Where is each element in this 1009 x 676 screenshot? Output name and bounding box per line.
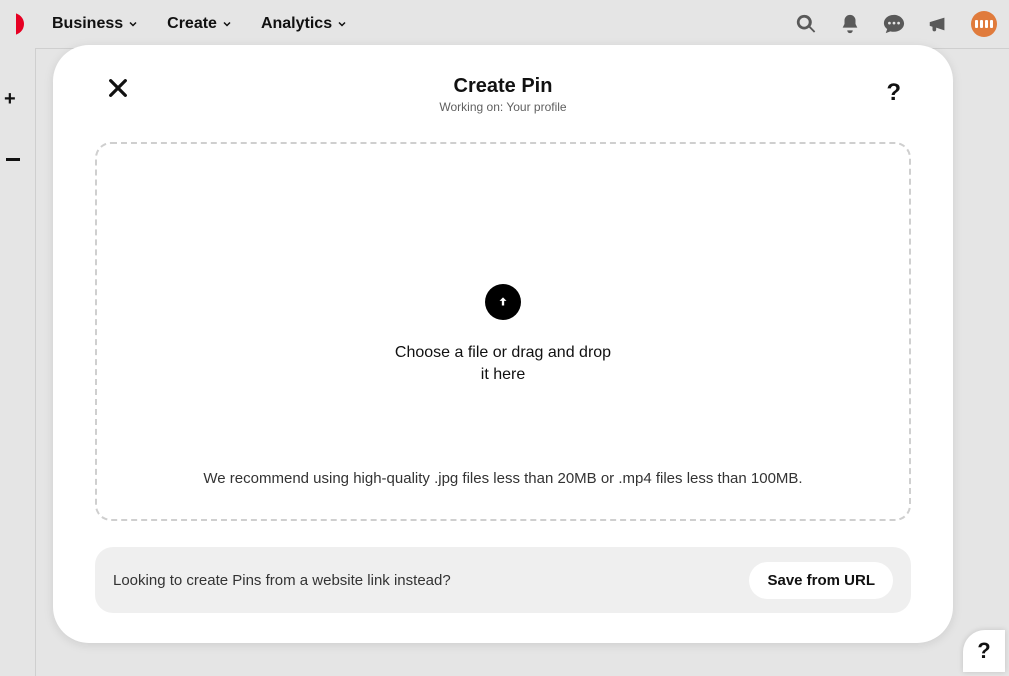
- topbar-left: Business Create Analytics: [12, 13, 348, 35]
- chevron-down-icon: [127, 18, 139, 30]
- close-icon: [107, 77, 129, 99]
- nav-create[interactable]: Create: [167, 15, 233, 33]
- add-icon[interactable]: +: [4, 88, 16, 111]
- modal-title: Create Pin: [454, 75, 553, 98]
- floating-help-button[interactable]: ?: [963, 630, 1005, 672]
- close-button[interactable]: [107, 77, 129, 104]
- top-navbar: Business Create Analytics: [0, 0, 1009, 48]
- dropzone-prompt: Choose a file or drag and drop it here: [393, 342, 613, 387]
- dropzone-center: Choose a file or drag and drop it here: [393, 284, 613, 387]
- chat-icon[interactable]: [883, 13, 905, 35]
- nav-business-label: Business: [52, 15, 123, 33]
- help-icon: ?: [977, 638, 990, 664]
- save-from-url-button[interactable]: Save from URL: [749, 562, 893, 599]
- avatar[interactable]: [971, 11, 997, 37]
- nav-analytics-label: Analytics: [261, 15, 332, 33]
- topbar-right: [795, 11, 997, 37]
- modal-subtitle: Working on: Your profile: [439, 100, 566, 114]
- url-bar-text: Looking to create Pins from a website li…: [113, 572, 451, 589]
- avatar-bars-icon: [975, 20, 993, 28]
- line-icon: [6, 158, 20, 161]
- nav-business[interactable]: Business: [52, 15, 139, 33]
- help-icon: ?: [886, 79, 901, 106]
- help-button[interactable]: ?: [886, 79, 901, 107]
- upload-arrow-icon: [496, 295, 510, 309]
- create-pin-modal: ? Create Pin Working on: Your profile Ch…: [53, 45, 953, 643]
- upload-dropzone[interactable]: Choose a file or drag and drop it here W…: [95, 142, 911, 521]
- url-bar: Looking to create Pins from a website li…: [95, 547, 911, 613]
- left-rail: +: [0, 48, 36, 676]
- search-icon[interactable]: [795, 13, 817, 35]
- chevron-down-icon: [221, 18, 233, 30]
- dropzone-hint: We recommend using high-quality .jpg fil…: [97, 470, 909, 487]
- modal-header: ? Create Pin Working on: Your profile: [95, 65, 911, 114]
- save-from-url-label: Save from URL: [767, 572, 875, 589]
- nav-create-label: Create: [167, 15, 217, 33]
- bell-icon[interactable]: [839, 13, 861, 35]
- nav-analytics[interactable]: Analytics: [261, 15, 348, 33]
- upload-icon-circle: [485, 284, 521, 320]
- chevron-down-icon: [336, 18, 348, 30]
- pinterest-logo[interactable]: [2, 13, 24, 35]
- megaphone-icon[interactable]: [927, 13, 949, 35]
